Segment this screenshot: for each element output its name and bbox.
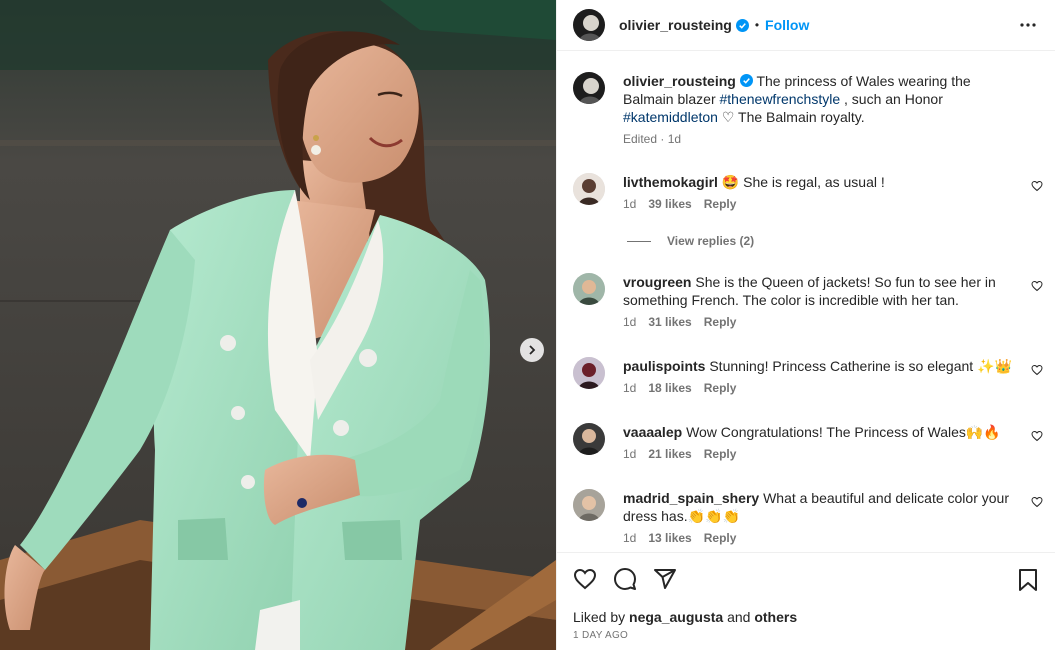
comment-time: 1d — [623, 447, 637, 461]
comment-likes[interactable]: 18 likes — [648, 381, 691, 395]
comment-text: Stunning! Princess Catherine is so elega… — [709, 358, 1012, 374]
comment-username[interactable]: livthemokagirl — [623, 174, 718, 190]
post-actions: Liked by nega_augusta and others 1 DAY A… — [557, 552, 1055, 650]
hashtag-link[interactable]: #katemiddleton — [623, 109, 718, 125]
follow-button[interactable]: Follow — [765, 17, 809, 33]
more-icon — [1020, 23, 1036, 27]
verified-badge-icon — [735, 18, 749, 32]
photo-illustration — [0, 0, 556, 650]
heart-icon — [1031, 430, 1043, 442]
caption-edited: Edited · 1d — [623, 132, 682, 146]
heart-icon — [1031, 280, 1043, 292]
post-header: olivier_rousteing • Follow — [557, 0, 1055, 51]
comment-time: 1d — [623, 381, 637, 395]
comment-username[interactable]: vaaaalep — [623, 424, 682, 440]
liked-by-user[interactable]: nega_augusta — [629, 609, 723, 625]
reply-button[interactable]: Reply — [704, 315, 737, 329]
heart-icon — [1031, 364, 1043, 376]
post-sidebar: olivier_rousteing • Follow olivier_roust… — [556, 0, 1055, 650]
caption-part: ♡ The Balmain royalty. — [717, 109, 865, 125]
comment-time: 1d — [623, 315, 637, 329]
comment-likes[interactable]: 31 likes — [648, 315, 691, 329]
post-photo — [0, 0, 556, 650]
save-button[interactable] — [1017, 568, 1039, 597]
comment-username[interactable]: madrid_spain_shery — [623, 490, 759, 506]
verified-badge-icon — [739, 74, 753, 87]
caption-avatar[interactable] — [573, 72, 605, 104]
bookmark-icon — [1019, 569, 1037, 591]
comment-icon — [614, 568, 636, 590]
liked-mid: and — [723, 609, 755, 625]
caption: olivier_rousteing The princess of Wales … — [573, 72, 1043, 146]
comment-time: 1d — [623, 531, 637, 545]
share-icon — [654, 569, 676, 589]
share-button[interactable] — [653, 567, 677, 591]
separator-dot: • — [754, 18, 760, 32]
comment-likes[interactable]: 39 likes — [648, 197, 691, 211]
comment-time: 1d — [623, 197, 637, 211]
comment-like-button[interactable] — [1031, 179, 1043, 197]
liked-prefix: Liked by — [573, 609, 630, 625]
commenter-avatar[interactable] — [573, 357, 605, 389]
comment-item: vrougreen She is the Queen of jackets! S… — [573, 273, 1043, 329]
commenter-avatar[interactable] — [573, 173, 605, 205]
view-replies-label: View replies (2) — [667, 234, 755, 248]
comment-button[interactable] — [613, 567, 637, 591]
heart-icon — [1031, 496, 1043, 508]
commenter-avatar[interactable] — [573, 489, 605, 521]
caption-meta: Edited · 1d — [623, 132, 1043, 146]
comments-section: olivier_rousteing The princess of Wales … — [557, 52, 1055, 552]
liked-by-text: Liked by nega_augusta and others — [573, 609, 797, 625]
heart-icon — [1031, 180, 1043, 192]
heart-icon — [573, 568, 597, 590]
comment-username[interactable]: vrougreen — [623, 274, 691, 290]
commenter-avatar[interactable] — [573, 273, 605, 305]
reply-button[interactable]: Reply — [704, 447, 737, 461]
more-options-button[interactable] — [1019, 17, 1037, 38]
commenter-avatar[interactable] — [573, 423, 605, 455]
comment-item: paulispoints Stunning! Princess Catherin… — [573, 357, 1043, 395]
like-button[interactable] — [573, 567, 597, 591]
comment-likes[interactable]: 13 likes — [648, 531, 691, 545]
caption-text: olivier_rousteing The princess of Wales … — [623, 72, 1013, 126]
liked-others-link[interactable]: others — [754, 609, 797, 625]
comment-text: 🤩 She is regal, as usual ! — [721, 174, 885, 190]
hashtag-link[interactable]: #thenewfrenchstyle — [720, 91, 841, 107]
replies-line — [627, 240, 651, 242]
view-replies-button[interactable]: View replies (2) — [627, 234, 754, 248]
comment-username[interactable]: paulispoints — [623, 358, 705, 374]
comment-likes[interactable]: 21 likes — [648, 447, 691, 461]
comment-item: madrid_spain_shery What a beautiful and … — [573, 489, 1043, 545]
comment-like-button[interactable] — [1031, 279, 1043, 297]
reply-button[interactable]: Reply — [704, 531, 737, 545]
comment-item: vaaaalep Wow Congratulations! The Prince… — [573, 423, 1043, 461]
author-username[interactable]: olivier_rousteing — [619, 17, 732, 33]
author-avatar[interactable] — [573, 9, 605, 41]
next-image-button[interactable] — [520, 338, 544, 362]
post-dialog: olivier_rousteing • Follow olivier_roust… — [0, 0, 1055, 650]
caption-username[interactable]: olivier_rousteing — [623, 73, 736, 89]
comment-item: livthemokagirl 🤩 She is regal, as usual … — [573, 173, 1043, 211]
comment-like-button[interactable] — [1031, 363, 1043, 381]
reply-button[interactable]: Reply — [704, 381, 737, 395]
caption-part: , such an Honor — [840, 91, 943, 107]
comment-like-button[interactable] — [1031, 429, 1043, 447]
chevron-right-icon — [529, 345, 536, 355]
comment-like-button[interactable] — [1031, 495, 1043, 513]
reply-button[interactable]: Reply — [704, 197, 737, 211]
comment-text: Wow Congratulations! The Princess of Wal… — [686, 424, 1001, 440]
post-time: 1 DAY AGO — [573, 630, 629, 641]
